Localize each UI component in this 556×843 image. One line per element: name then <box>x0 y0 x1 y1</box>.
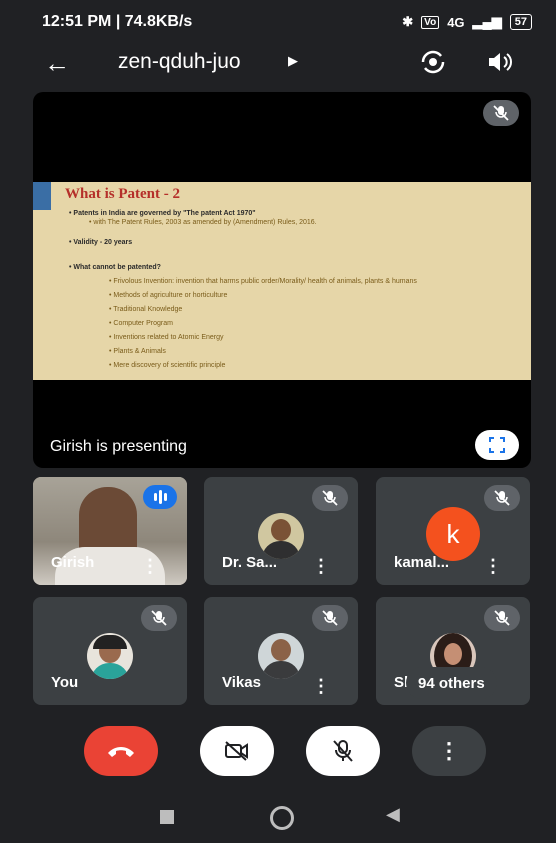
signal-icon: ▂▄▆ <box>472 14 502 29</box>
more-vert-icon: ⋮ <box>438 738 460 763</box>
camera-toggle-button[interactable] <box>200 726 274 776</box>
slide-title: What is Patent - 2 <box>65 186 180 202</box>
fullscreen-icon <box>489 437 505 453</box>
participant-name: Vikas <box>222 674 261 691</box>
fullscreen-button[interactable] <box>475 430 519 460</box>
status-time: 12:51 PM | 74.8KB/s <box>42 13 193 30</box>
speaking-indicator <box>143 485 177 509</box>
more-options-icon[interactable]: ⋮ <box>141 557 159 575</box>
presenting-label: Girish is presenting <box>50 438 187 455</box>
mic-toggle-button[interactable] <box>306 726 380 776</box>
back-arrow-icon[interactable]: ← <box>44 48 70 79</box>
avatar-initial: k <box>446 518 460 549</box>
slide-line: • Mere discovery of scientific principle <box>109 362 226 369</box>
status-bar: 12:51 PM | 74.8KB/s ✱ Vo 4G ▂▄▆ 57 <box>0 0 556 44</box>
more-options-icon[interactable]: ⋮ <box>312 557 330 575</box>
mic-off-icon <box>484 605 520 631</box>
others-count-badge[interactable]: 94 others <box>406 667 497 699</box>
meeting-code[interactable]: zen-qduh-juo <box>118 50 241 74</box>
mic-off-icon <box>333 740 353 762</box>
slide-accent-bar <box>33 182 51 210</box>
home-icon[interactable] <box>270 806 294 830</box>
battery-icon: 57 <box>509 14 532 30</box>
navigation-bar: ◀ <box>0 800 556 843</box>
network-type: 4G <box>447 14 465 30</box>
more-options-icon[interactable]: ⋮ <box>312 677 330 695</box>
end-call-button[interactable] <box>84 726 158 776</box>
speaker-icon[interactable] <box>486 50 514 79</box>
mic-off-icon <box>312 605 348 631</box>
caret-right-icon[interactable]: ▶ <box>288 53 298 69</box>
camera-off-icon <box>225 741 248 761</box>
avatar <box>258 633 304 679</box>
slide-line: • Computer Program <box>109 320 173 327</box>
participant-name: Dr. Sa... <box>222 554 278 571</box>
slide-line: • Plants & Animals <box>109 348 166 355</box>
participant-tile-girish[interactable]: Girish ⋮ <box>33 477 187 585</box>
more-options-button[interactable]: ⋮ <box>412 726 486 776</box>
others-count: 94 others <box>418 674 485 692</box>
avatar <box>258 513 304 559</box>
presentation-stage[interactable]: What is Patent - 2 • Patents in India ar… <box>33 92 531 468</box>
participant-tile-kamal[interactable]: k kamal... ⋮ <box>376 477 530 585</box>
slide-line: • Patents in India are governed by "The … <box>69 210 256 217</box>
participant-name: Girish <box>51 554 95 571</box>
avatar: k <box>426 507 480 561</box>
slide-line: • What cannot be patented? <box>69 264 161 271</box>
meeting-header: ← zen-qduh-juo ▶ <box>0 44 556 80</box>
participant-tile-you[interactable]: You <box>33 597 187 705</box>
phone-hangup-icon <box>108 747 134 757</box>
mic-off-icon <box>141 605 177 631</box>
more-options-icon[interactable]: ⋮ <box>484 557 502 575</box>
participant-tile-vikas[interactable]: Vikas ⋮ <box>204 597 358 705</box>
switch-camera-icon[interactable] <box>418 48 448 81</box>
participant-tile-others[interactable]: Sh 94 others <box>376 597 530 705</box>
bluetooth-icon: ✱ <box>402 14 414 29</box>
mic-off-icon <box>312 485 348 511</box>
shared-slide: What is Patent - 2 • Patents in India ar… <box>33 182 531 380</box>
slide-line: • with The Patent Rules, 2003 as amended… <box>89 219 317 226</box>
participant-name: You <box>51 674 79 691</box>
avatar <box>87 633 133 679</box>
slide-line: • Methods of agriculture or horticulture <box>109 292 228 299</box>
back-nav-icon[interactable]: ◀ <box>386 804 400 825</box>
slide-line: • Inventions related to Atomic Energy <box>109 334 224 341</box>
recent-apps-icon[interactable] <box>160 810 174 824</box>
participant-tile-dr-sa[interactable]: Dr. Sa... ⋮ <box>204 477 358 585</box>
slide-line: • Traditional Knowledge <box>109 306 183 313</box>
mic-off-icon <box>484 485 520 511</box>
volte-icon: Vo <box>421 15 440 29</box>
participant-name: kamal... <box>394 554 450 571</box>
slide-line: • Frivolous Invention: invention that ha… <box>109 278 417 285</box>
slide-line: • Validity - 20 years <box>69 239 133 246</box>
mic-off-icon <box>483 100 519 126</box>
